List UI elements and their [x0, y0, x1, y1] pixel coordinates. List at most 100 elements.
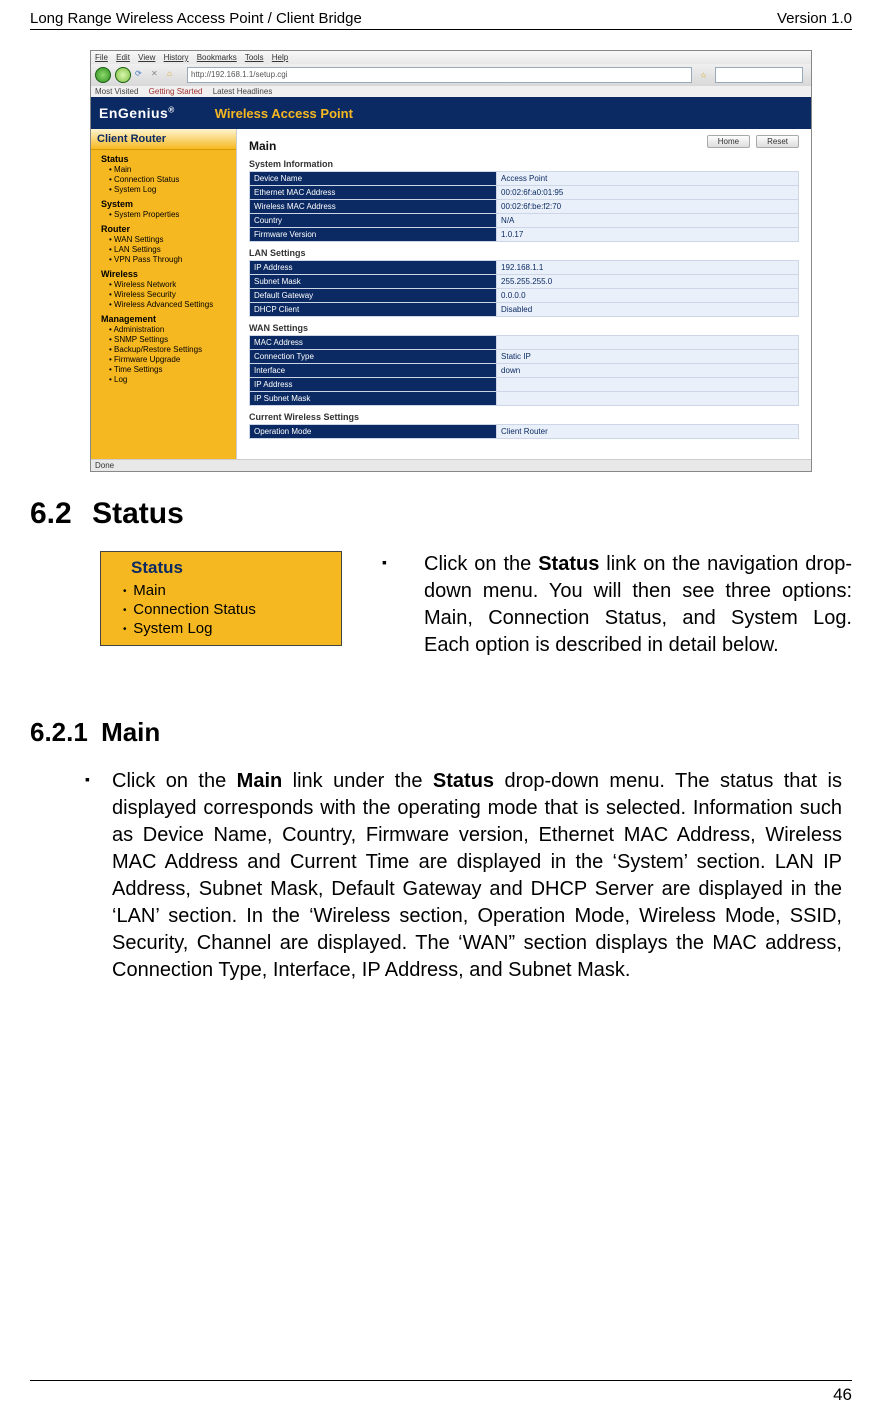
table-row: MAC Address	[250, 336, 799, 350]
logo: EnGenius®	[99, 105, 175, 121]
table-row: CountryN/A	[250, 214, 799, 228]
stop-icon[interactable]: ✕	[151, 69, 163, 81]
favorite-icon[interactable]: ☆	[700, 71, 707, 80]
section-6-2-1-bullet: Click on the Main link under the Status …	[70, 768, 842, 984]
forward-button[interactable]	[115, 67, 131, 83]
section-wireless-title: Current Wireless Settings	[249, 412, 799, 422]
bookmark-mostvisited[interactable]: Most Visited	[95, 87, 138, 96]
table-row: Wireless MAC Address00:02:6f:be:f2:70	[250, 200, 799, 214]
table-row: Subnet Mask255.255.255.0	[250, 275, 799, 289]
address-bar[interactable]: http://192.168.1.1/setup.cgi	[187, 67, 692, 83]
menu-bookmarks[interactable]: Bookmarks	[197, 53, 237, 62]
header-right: Version 1.0	[777, 10, 852, 27]
home-icon[interactable]: ⌂	[167, 69, 179, 81]
sidebar-item-fw[interactable]: Firmware Upgrade	[91, 355, 236, 365]
sidebar-sec-system: System	[91, 195, 236, 210]
browser-menu-bar: File Edit View History Bookmarks Tools H…	[91, 51, 811, 64]
table-row: DHCP ClientDisabled	[250, 303, 799, 317]
app-brandbar: EnGenius® Wireless Access Point	[91, 97, 811, 129]
table-lan: IP Address192.168.1.1 Subnet Mask255.255…	[249, 260, 799, 317]
text-span: Click on the	[112, 770, 237, 792]
brand-tagline: Wireless Access Point	[215, 106, 353, 121]
table-wireless: Operation ModeClient Router	[249, 424, 799, 439]
browser-window: File Edit View History Bookmarks Tools H…	[90, 50, 812, 472]
url-text: http://192.168.1.1/setup.cgi	[191, 70, 288, 79]
bookmark-latest[interactable]: Latest Headlines	[213, 87, 273, 96]
table-row: Operation ModeClient Router	[250, 425, 799, 439]
reload-icon[interactable]: ⟳	[135, 69, 147, 81]
menu-view[interactable]: View	[138, 53, 155, 62]
section-6-2-1-name: Main	[101, 717, 160, 747]
status-panel-item-conn[interactable]: Connection Status	[101, 601, 341, 620]
home-button[interactable]: Home	[707, 135, 750, 148]
back-button[interactable]	[95, 67, 111, 83]
menu-history[interactable]: History	[164, 53, 189, 62]
sidebar-item-snmp[interactable]: SNMP Settings	[91, 335, 236, 345]
section-lan-title: LAN Settings	[249, 248, 799, 258]
menu-tools[interactable]: Tools	[245, 53, 264, 62]
menu-edit[interactable]: Edit	[116, 53, 130, 62]
screenshot: File Edit View History Bookmarks Tools H…	[90, 50, 812, 472]
menu-file[interactable]: File	[95, 53, 108, 62]
header-left: Long Range Wireless Access Point / Clien…	[30, 10, 362, 27]
bookmark-gettingstarted[interactable]: Getting Started	[149, 87, 203, 96]
page-number: 46	[833, 1385, 852, 1404]
sidebar-item-wadv[interactable]: Wireless Advanced Settings	[91, 300, 236, 310]
sidebar-item-lan[interactable]: LAN Settings	[91, 245, 236, 255]
status-panel-item-main[interactable]: Main	[101, 582, 341, 601]
section-6-2-list: Click on the Status link on the navigati…	[382, 551, 852, 659]
sidebar-item-vpn[interactable]: VPN Pass Through	[91, 255, 236, 265]
sidebar-item-sysprops[interactable]: System Properties	[91, 210, 236, 220]
sidebar-item-syslog[interactable]: System Log	[91, 185, 236, 195]
browser-toolbar: ⟳ ✕ ⌂ http://192.168.1.1/setup.cgi ☆	[91, 64, 811, 86]
section-6-2-num: 6.2	[30, 497, 72, 530]
section-6-2-title: 6.2 Status	[30, 497, 852, 531]
table-wan: MAC Address Connection TypeStatic IP Int…	[249, 335, 799, 406]
status-panel-item-syslog[interactable]: System Log	[101, 620, 341, 639]
section-6-2-bullet: Click on the Status link on the navigati…	[382, 551, 852, 659]
section-sysinfo-title: System Information	[249, 159, 799, 169]
table-row: Interfacedown	[250, 364, 799, 378]
section-wan-title: WAN Settings	[249, 323, 799, 333]
bookmark-bar: Most Visited Getting Started Latest Head…	[91, 86, 811, 97]
sidebar-item-time[interactable]: Time Settings	[91, 365, 236, 375]
section-6-2-1-num: 6.2.1	[30, 717, 88, 747]
reset-button[interactable]: Reset	[756, 135, 799, 148]
sidebar-item-connstatus[interactable]: Connection Status	[91, 175, 236, 185]
text-span: link under the	[282, 770, 433, 792]
sidebar-mode-title: Client Router	[91, 129, 236, 150]
page-header: Long Range Wireless Access Point / Clien…	[30, 10, 852, 30]
sidebar-item-admin[interactable]: Administration	[91, 325, 236, 335]
table-row: IP Subnet Mask	[250, 392, 799, 406]
sidebar: Client Router Status Main Connection Sta…	[91, 129, 236, 459]
table-sysinfo: Device NameAccess Point Ethernet MAC Add…	[249, 171, 799, 242]
section-6-2-1-title: 6.2.1 Main	[30, 717, 852, 748]
table-row: Default Gateway0.0.0.0	[250, 289, 799, 303]
section-6-2-1-list: Click on the Main link under the Status …	[30, 768, 852, 984]
text-span: drop-down menu. The status that is displ…	[112, 770, 842, 981]
sidebar-sec-mgmt: Management	[91, 310, 236, 325]
status-panel-heading: Status	[101, 552, 341, 582]
section-6-2-name: Status	[92, 497, 184, 530]
sidebar-sec-status: Status	[91, 150, 236, 165]
app-body: Client Router Status Main Connection Sta…	[91, 129, 811, 459]
text-bold-main: Main	[237, 770, 283, 792]
sidebar-item-log[interactable]: Log	[91, 375, 236, 385]
table-row: Firmware Version1.0.17	[250, 228, 799, 242]
sidebar-item-main[interactable]: Main	[91, 165, 236, 175]
sidebar-sec-wireless: Wireless	[91, 265, 236, 280]
sidebar-sec-router: Router	[91, 220, 236, 235]
search-bar[interactable]	[715, 67, 803, 83]
text-span: Click on the	[424, 553, 538, 575]
sidebar-item-backup[interactable]: Backup/Restore Settings	[91, 345, 236, 355]
table-row: Connection TypeStatic IP	[250, 350, 799, 364]
table-row: Ethernet MAC Address00:02:6f:a0:01:95	[250, 186, 799, 200]
status-panel: Status Main Connection Status System Log	[100, 551, 342, 646]
menu-help[interactable]: Help	[272, 53, 288, 62]
sidebar-item-wsec[interactable]: Wireless Security	[91, 290, 236, 300]
text-bold-status2: Status	[433, 770, 494, 792]
browser-statusbar: Done	[91, 459, 811, 471]
sidebar-item-wnet[interactable]: Wireless Network	[91, 280, 236, 290]
table-row: IP Address	[250, 378, 799, 392]
sidebar-item-wan[interactable]: WAN Settings	[91, 235, 236, 245]
